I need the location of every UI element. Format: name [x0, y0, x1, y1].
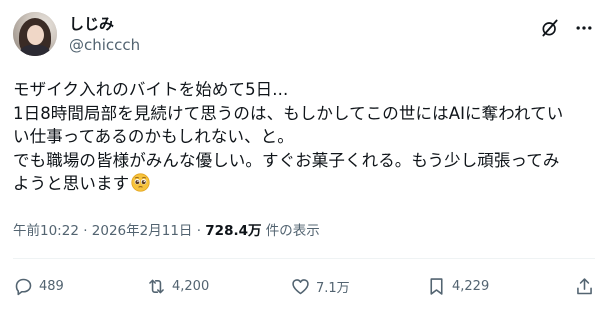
divider	[13, 258, 595, 259]
heart-icon	[292, 278, 309, 294]
tweet-header: しじみ @chiccch	[13, 12, 594, 58]
display-name[interactable]: しじみ	[69, 14, 114, 34]
retweet-icon	[149, 279, 164, 293]
retweet-count: 4,200	[172, 278, 210, 294]
tweet-line: い仕事ってあるのかもしれない、と。	[13, 127, 294, 146]
reply-count: 489	[39, 278, 64, 294]
grok-icon[interactable]	[540, 18, 560, 38]
view-count: 728.4万	[205, 223, 262, 239]
like-count: 7.1万	[316, 280, 350, 296]
bookmark-button[interactable]: 4,229	[426, 275, 489, 297]
tweet-line: でも職場の皆様がみんな優しい。すぐお菓子くれる。もう少し頑張ってみ	[13, 150, 560, 170]
tweet-line: 1日8時間局部を見続けて思うのは、もしかしてこの世にはAIに奪われてい	[13, 103, 564, 123]
pleading-face-icon	[131, 173, 150, 192]
bookmark-icon	[430, 277, 443, 295]
tweet-date[interactable]: 2026年2月11日	[92, 223, 193, 239]
meta-separator: ·	[78, 223, 92, 239]
share-icon	[577, 277, 592, 294]
tweet-line-last: ようと思います	[13, 172, 595, 196]
meta-separator: ·	[192, 223, 206, 239]
retweet-button[interactable]: 4,200	[146, 275, 209, 297]
like-button[interactable]: 7.1万	[290, 275, 350, 297]
tweet-meta: 午前10:22 · 2026年2月11日 · 728.4万 件の表示	[13, 222, 320, 240]
bookmark-count: 4,229	[452, 278, 490, 294]
reply-icon	[15, 278, 32, 295]
more-icon[interactable]	[574, 18, 594, 38]
user-handle[interactable]: @chiccch	[69, 35, 140, 55]
avatar[interactable]	[13, 12, 57, 56]
reply-button[interactable]: 489	[13, 275, 64, 297]
tweet-text: モザイク入れのバイトを始めて5日... 1日8時間局部を見続けて思うのは、もしか…	[13, 78, 595, 196]
tweet-line: ようと思います	[13, 174, 130, 193]
views-label: 件の表示	[261, 223, 320, 239]
tweet-line: モザイク入れのバイトを始めて5日...	[13, 80, 289, 99]
tweet-time[interactable]: 午前10:22	[13, 223, 79, 239]
action-bar: 489 4,200 7.1万 4,229	[13, 275, 595, 297]
share-button[interactable]	[574, 275, 595, 297]
